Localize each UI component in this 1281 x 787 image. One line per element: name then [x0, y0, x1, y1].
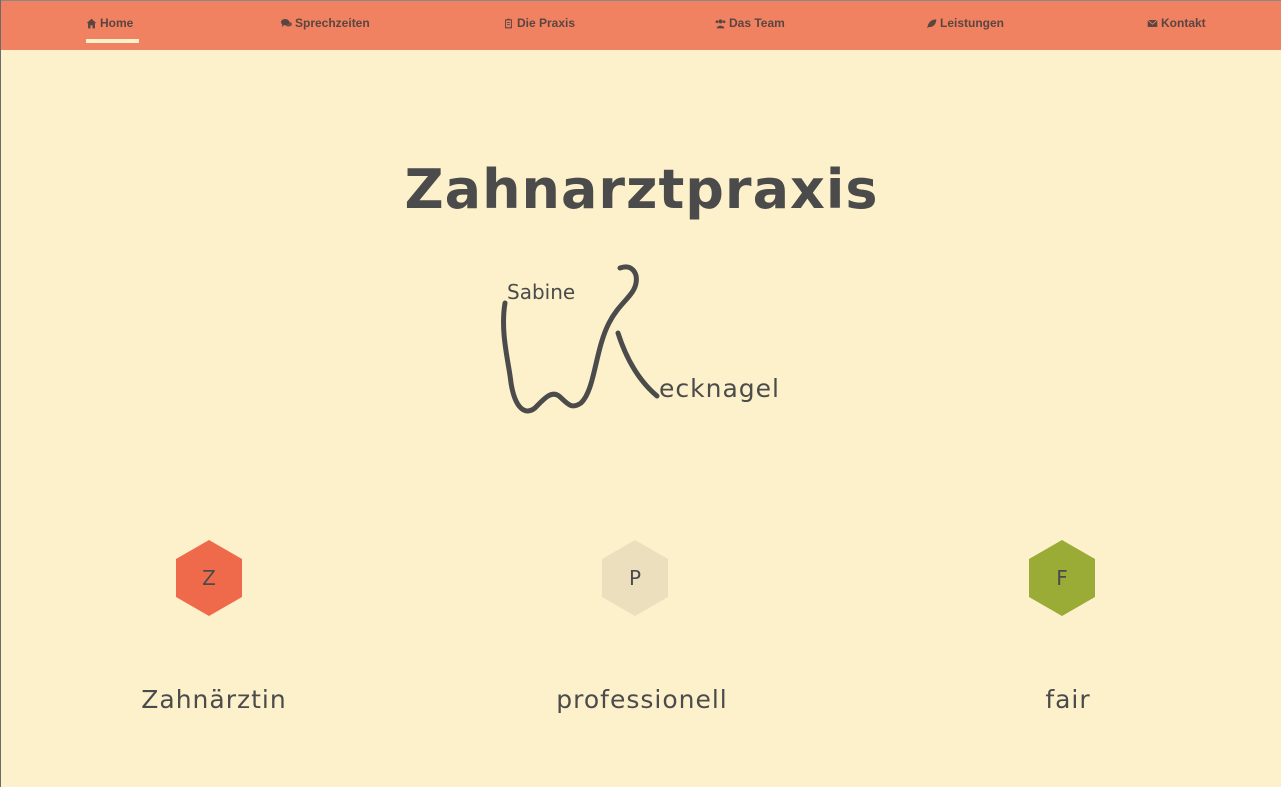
feature-label: professionell	[556, 685, 728, 714]
nav-item-label: Das Team	[729, 16, 785, 30]
nav-item-die-praxis[interactable]: Die Praxis	[503, 13, 575, 33]
hexagon-letter: Z	[202, 566, 216, 590]
hexagon-badge: Z	[176, 540, 242, 616]
hexagon-badge: P	[602, 540, 668, 616]
comments-icon	[281, 18, 292, 27]
feature-label: fair	[1045, 685, 1091, 714]
active-nav-indicator	[86, 39, 139, 43]
nav-item-sprechzeiten[interactable]: Sprechzeiten	[281, 13, 370, 33]
practice-logo: Sabine ecknagel	[491, 258, 791, 423]
nav-item-kontakt[interactable]: Kontakt	[1147, 13, 1206, 33]
leaf-icon	[927, 18, 937, 28]
nav-item-label: Sprechzeiten	[295, 16, 370, 30]
nav-item-das-team[interactable]: Das Team	[715, 13, 785, 33]
nav-item-home[interactable]: Home	[86, 13, 133, 33]
hexagon-letter: F	[1056, 566, 1068, 590]
top-navbar: Home Sprechzeiten Die Praxis Das Team Le…	[1, 0, 1281, 50]
page-title: Zahnarztpraxis	[404, 158, 879, 221]
logo-first-name: Sabine	[507, 280, 575, 304]
envelope-icon	[1147, 19, 1158, 27]
nav-item-label: Leistungen	[940, 16, 1005, 30]
hexagon-badge: F	[1029, 540, 1095, 616]
nav-item-label: Home	[100, 16, 134, 30]
users-icon	[715, 18, 726, 28]
clipboard-icon	[505, 18, 512, 28]
hexagon-letter: P	[628, 566, 642, 590]
logo-last-name: ecknagel	[659, 374, 780, 403]
nav-item-label: Kontakt	[1161, 16, 1206, 30]
feature-label: Zahnärztin	[141, 685, 287, 714]
nav-item-label: Die Praxis	[517, 16, 576, 30]
home-icon	[86, 18, 97, 28]
nav-item-leistungen[interactable]: Leistungen	[926, 13, 1004, 33]
tooth-logo-icon: Sabine ecknagel	[501, 264, 780, 414]
